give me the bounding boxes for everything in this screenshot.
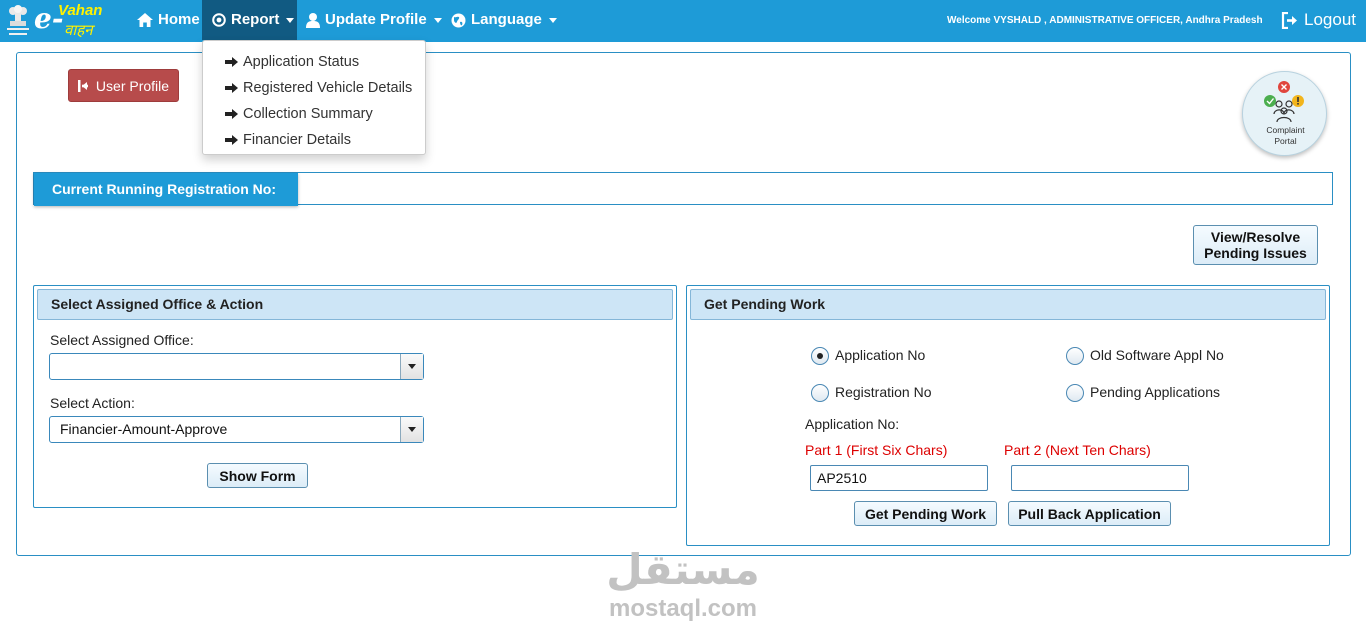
action-select-value: Financier-Amount-Approve [60,421,228,437]
logo-vahan-hindi: वाहन [64,22,93,39]
current-registration-row: Current Running Registration No: [33,172,1333,206]
part2-label: Part 2 (Next Ten Chars) [1004,442,1151,458]
user-profile-label: User Profile [95,77,170,94]
menu-item-label: Application Status [243,54,360,70]
show-form-button[interactable]: Show Form [207,463,308,488]
radio-application-no[interactable] [811,347,829,365]
arrow-right-icon [225,135,239,145]
complaint-label-line2: Portal [1274,136,1297,146]
chevron-down-icon [286,17,295,23]
globe-icon [451,13,466,27]
menu-item-registered-vehicle-details[interactable]: Registered Vehicle Details [203,75,425,101]
user-icon [306,12,320,28]
menu-item-application-status[interactable]: Application Status [203,49,425,75]
watermark-latin: mostaql.com [608,595,758,622]
chevron-down-icon [433,17,442,23]
logout-label: Logout [1304,10,1356,29]
action-select-label: Select Action: [50,395,135,411]
menu-item-label: Registered Vehicle Details [243,80,413,96]
radio-pending-applications-label[interactable]: Pending Applications [1090,384,1220,400]
mostaql-watermark: مستقل mostaql.com [598,545,768,630]
part1-label: Part 1 (First Six Chars) [805,442,948,458]
application-part1-input[interactable]: AP2510 [810,465,988,491]
pending-work-panel-title: Get Pending Work [690,289,1326,320]
application-part2-input[interactable] [1011,465,1189,491]
nav-update-profile[interactable]: Update Profile [306,0,442,40]
record-circle-icon [212,13,226,27]
menu-item-financier-details[interactable]: Financier Details [203,127,425,153]
radio-registration-no-label[interactable]: Registration No [835,384,932,400]
logout-icon [1281,11,1297,29]
nav-language-label: Language [471,11,542,28]
assigned-office-panel-title: Select Assigned Office & Action [37,289,673,320]
nav-update-profile-label: Update Profile [325,11,427,28]
menu-item-label: Financier Details [243,132,351,148]
arrow-right-icon [225,57,239,67]
arrow-right-icon [225,109,239,119]
menu-item-collection-summary[interactable]: Collection Summary [203,101,425,127]
complaint-portal-button[interactable]: Complaint Portal [1242,71,1327,156]
report-dropdown-menu: Application Status Registered Vehicle De… [202,40,426,155]
radio-old-software-label[interactable]: Old Software Appl No [1090,347,1224,363]
radio-application-no-label[interactable]: Application No [835,347,925,363]
arrow-right-icon [225,83,239,93]
pull-back-application-button[interactable]: Pull Back Application [1008,501,1171,526]
dropdown-arrow-icon[interactable] [400,354,423,379]
nav-language[interactable]: Language [451,0,557,40]
current-registration-label: Current Running Registration No: [34,173,298,206]
view-resolve-line1: View/Resolve [1210,229,1301,245]
view-resolve-line2: Pending Issues [1204,245,1307,261]
action-select[interactable]: Financier-Amount-Approve [49,416,424,443]
watermark-arabic: مستقل [606,545,760,594]
logout-link[interactable]: Logout [1281,10,1356,30]
radio-old-software-appl-no[interactable] [1066,347,1084,365]
national-emblem-icon [7,5,29,35]
user-profile-button[interactable]: User Profile [68,69,179,102]
nav-home-label: Home [158,11,200,28]
nav-home[interactable]: Home [137,0,200,40]
radio-registration-no[interactable] [811,384,829,402]
sign-in-icon [77,79,88,92]
dropdown-arrow-icon[interactable] [400,417,423,442]
top-navbar: e- Vahan वाहन Home Report Update Profile… [0,0,1366,42]
evahan-logo[interactable]: e- Vahan वाहन [0,0,118,42]
welcome-text: Welcome VYSHALD , ADMINISTRATIVE OFFICER… [947,15,1263,26]
nav-report-label: Report [231,11,280,28]
assigned-office-select[interactable] [49,353,424,380]
complaint-portal-label: Complaint Portal [1243,125,1328,147]
complaint-label-line1: Complaint [1266,125,1305,135]
home-icon [137,13,153,27]
radio-pending-applications[interactable] [1066,384,1084,402]
nav-report[interactable]: Report [202,0,297,40]
chevron-down-icon [548,17,557,23]
view-resolve-pending-issues-button[interactable]: View/Resolve Pending Issues [1193,225,1318,265]
get-pending-work-button[interactable]: Get Pending Work [854,501,997,526]
menu-item-label: Collection Summary [243,106,373,122]
complaint-people-icon [1264,81,1304,123]
logo-vahan-text: Vahan [58,2,103,19]
office-select-label: Select Assigned Office: [50,332,194,348]
application-no-label: Application No: [805,416,900,432]
